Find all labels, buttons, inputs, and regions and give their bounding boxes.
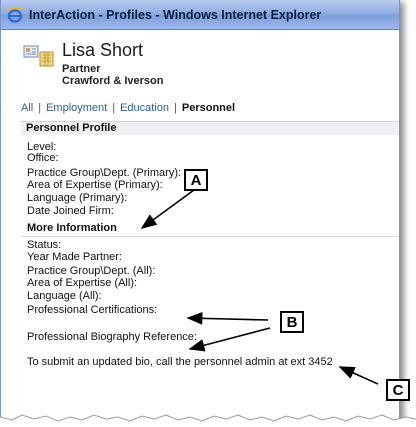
field-professional-certifications: Professional Certifications: xyxy=(27,304,158,316)
browser-window: InterAction - Profiles - Windows Interne… xyxy=(0,0,400,427)
field-office: Office: xyxy=(27,152,59,164)
tab-employment[interactable]: Employment xyxy=(46,102,107,114)
profile-title: Partner xyxy=(62,63,101,75)
field-practice-group-primary: Practice Group\Dept. (Primary): xyxy=(27,167,182,179)
field-status: Status: xyxy=(27,239,62,251)
tab-education[interactable]: Education xyxy=(120,102,169,114)
field-professional-biography-reference: Professional Biography Reference: xyxy=(27,331,197,343)
bio-submission-note: To submit an updated bio, call the perso… xyxy=(27,356,333,368)
field-language-all: Language (All): xyxy=(27,290,102,302)
tab-personnel[interactable]: Personnel xyxy=(182,102,235,114)
callout-c: C xyxy=(386,379,410,401)
field-language-primary: Language (Primary): xyxy=(27,192,128,204)
tab-separator: | xyxy=(38,102,42,114)
callout-b: B xyxy=(280,311,304,333)
torn-page-edge xyxy=(0,414,416,427)
field-area-of-expertise-primary: Area of Expertise (Primary): xyxy=(27,179,163,191)
field-area-of-expertise-all: Area of Expertise (All): xyxy=(27,277,138,289)
page-content: Lisa Short Partner Crawford & Iverson Al… xyxy=(1,30,399,426)
profile-company: Crawford & Iverson xyxy=(62,75,164,87)
tab-separator: | xyxy=(174,102,177,114)
internet-explorer-icon xyxy=(7,6,23,23)
callout-a: A xyxy=(184,169,208,191)
profile-name: Lisa Short xyxy=(62,40,144,60)
field-year-made-partner: Year Made Partner: xyxy=(27,251,122,263)
tab-all[interactable]: All xyxy=(21,102,33,114)
field-date-joined-firm: Date Joined Firm: xyxy=(27,205,114,217)
section-divider xyxy=(21,236,399,237)
tab-separator: | xyxy=(112,102,116,114)
profile-tabs: All | Employment | Education | Personnel xyxy=(21,102,235,114)
window-title: InterAction - Profiles - Windows Interne… xyxy=(29,7,322,22)
title-bar[interactable]: InterAction - Profiles - Windows Interne… xyxy=(1,0,399,30)
profile-card-icon xyxy=(23,45,54,67)
more-information-header: More Information xyxy=(27,222,117,234)
field-practice-group-all: Practice Group\Dept. (All): xyxy=(27,265,156,277)
personnel-profile-header: Personnel Profile xyxy=(21,121,399,135)
